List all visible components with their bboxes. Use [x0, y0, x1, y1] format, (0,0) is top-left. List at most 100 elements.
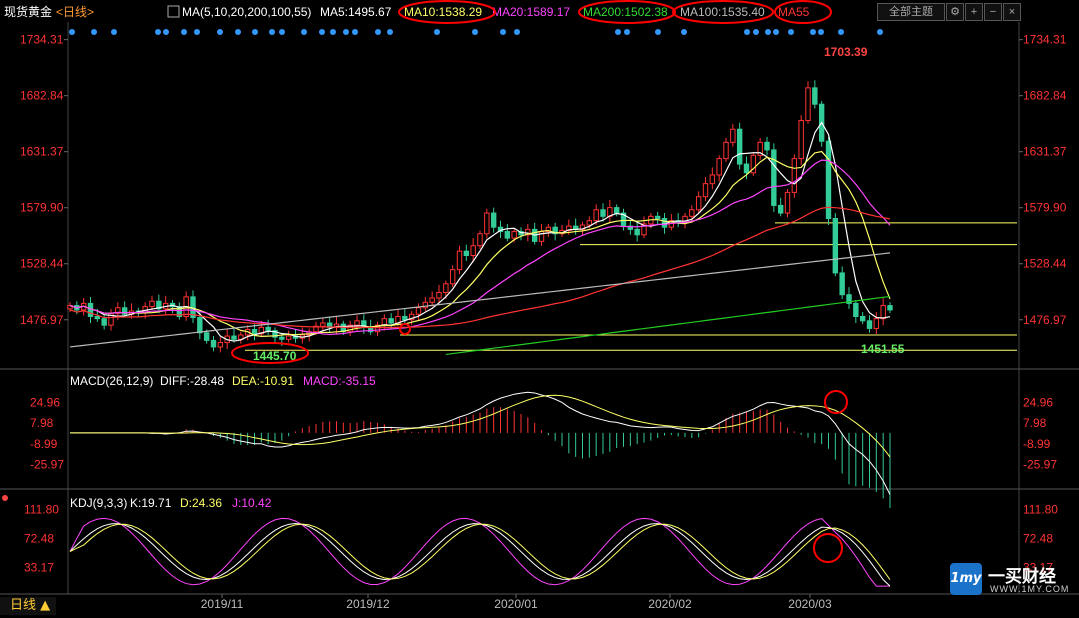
- candle-body: [197, 317, 203, 334]
- candle-body: [443, 283, 449, 294]
- price-tick-left: 1682.84: [20, 89, 64, 103]
- candle-body: [613, 207, 620, 214]
- candle-body: [354, 320, 360, 326]
- close-icon[interactable]: ×: [1003, 3, 1021, 21]
- ma200-label: MA200:1502.38: [583, 5, 668, 19]
- candle-body: [771, 149, 777, 206]
- macd-diff-label: DIFF:-28.48: [160, 374, 224, 388]
- signal-dot: [352, 29, 358, 35]
- signal-dot: [181, 29, 187, 35]
- candle-body: [279, 336, 285, 340]
- macd-dea-label: DEA:-10.91: [232, 374, 294, 388]
- candle-body: [94, 315, 101, 320]
- macd-label: MACD(26,12,9): [70, 374, 153, 388]
- signal-dot: [744, 29, 750, 35]
- signal-dot: [252, 29, 258, 35]
- price-tick-right: 1579.90: [1023, 201, 1067, 215]
- x-axis-label: 2020/02: [648, 597, 692, 611]
- x-axis-label: 2020/01: [494, 597, 538, 611]
- price-tick-left: 1734.31: [20, 33, 64, 47]
- chart-canvas: 现货黄金 <日线> MA(5,10,20,200,100,55) MA5:1495.6…: [0, 0, 1079, 618]
- signal-dot: [279, 29, 285, 35]
- candle-body: [777, 204, 784, 214]
- candle-body: [231, 335, 237, 340]
- signal-dot: [194, 29, 200, 35]
- price-tick-right: 1631.37: [1023, 145, 1067, 159]
- candle-body: [101, 318, 107, 326]
- signal-dot: [773, 29, 779, 35]
- candle-body: [709, 174, 716, 185]
- kdj-label: KDJ(9,3,3): [70, 496, 127, 510]
- price-tick-right: 1734.31: [1023, 33, 1067, 47]
- instrument-name: 现货黄金: [4, 4, 52, 19]
- macd-tick-left: -8.99: [30, 437, 58, 451]
- settings-icon[interactable]: ⚙: [946, 3, 964, 21]
- candle-body: [661, 217, 668, 228]
- signal-dot: [514, 29, 520, 35]
- macd-value-label: MACD:-35.15: [303, 374, 376, 388]
- signal-dot: [217, 29, 223, 35]
- candle-body: [203, 332, 210, 341]
- candle-body: [388, 318, 394, 324]
- candle-body: [764, 141, 770, 151]
- price-tick-left: 1528.44: [20, 257, 64, 271]
- signal-dot: [330, 29, 336, 35]
- candle-body: [736, 128, 743, 165]
- candle-body: [593, 209, 599, 222]
- signal-dot: [319, 29, 325, 35]
- price-tick-left: 1476.97: [20, 313, 64, 327]
- price-tick-left: 1631.37: [20, 145, 64, 159]
- candle-body: [853, 302, 859, 317]
- candle-body: [654, 215, 661, 219]
- candle-body: [730, 128, 736, 143]
- candle-body: [463, 250, 470, 257]
- signal-dot: [111, 29, 117, 35]
- signal-dot: [788, 29, 794, 35]
- minimize-icon[interactable]: −: [984, 3, 1002, 21]
- signal-dot: [753, 29, 759, 35]
- signal-dot: [434, 29, 440, 35]
- candle-body: [798, 120, 804, 160]
- candle-body: [285, 335, 292, 340]
- kdj-j-label: J:10.42: [232, 496, 272, 510]
- macd-tick-right: 24.96: [1023, 395, 1053, 409]
- signal-dot: [155, 29, 161, 35]
- period-tag: <日线>: [56, 5, 94, 19]
- theme-selector-button[interactable]: 全部主题: [877, 3, 945, 21]
- signal-dot: [818, 29, 824, 35]
- macd-tick-left: 7.98: [30, 416, 54, 430]
- signal-dot: [91, 29, 97, 35]
- candle-body: [456, 250, 463, 271]
- ma10-label: MA10:1538.29: [404, 5, 482, 19]
- signal-dot: [877, 29, 883, 35]
- candle-body: [716, 158, 722, 176]
- ma20-label: MA20:1589.17: [492, 5, 570, 19]
- signal-dot: [655, 29, 661, 35]
- add-icon[interactable]: +: [965, 3, 983, 21]
- ma5-label: MA5:1495.67: [320, 5, 392, 19]
- candle-body: [429, 297, 435, 303]
- background: [0, 0, 1079, 618]
- signal-dot: [615, 29, 621, 35]
- x-axis-label: 2020/03: [788, 597, 832, 611]
- macd-tick-right: -8.99: [1023, 437, 1051, 451]
- signal-dot: [624, 29, 630, 35]
- candle-body: [87, 302, 94, 317]
- signal-dot: [163, 29, 169, 35]
- candle-body: [484, 212, 490, 235]
- kdj-k-label: K:19.71: [130, 496, 172, 510]
- candle-body: [217, 342, 224, 348]
- indicator-dot: [2, 495, 8, 501]
- signal-dot: [269, 29, 275, 35]
- kdj-d-label: D:24.36: [180, 496, 222, 510]
- candle-body: [880, 305, 886, 320]
- candle-body: [784, 191, 791, 214]
- candle-body: [210, 339, 217, 348]
- period-selector[interactable]: 日线 ▲: [0, 597, 57, 615]
- high-price-label: 1703.39: [824, 45, 868, 59]
- price-tick-right: 1528.44: [1023, 257, 1067, 271]
- candle-body: [743, 163, 750, 174]
- candle-body: [689, 209, 695, 217]
- x-axis-label: 2019/11: [201, 597, 244, 611]
- signal-dot: [69, 29, 75, 35]
